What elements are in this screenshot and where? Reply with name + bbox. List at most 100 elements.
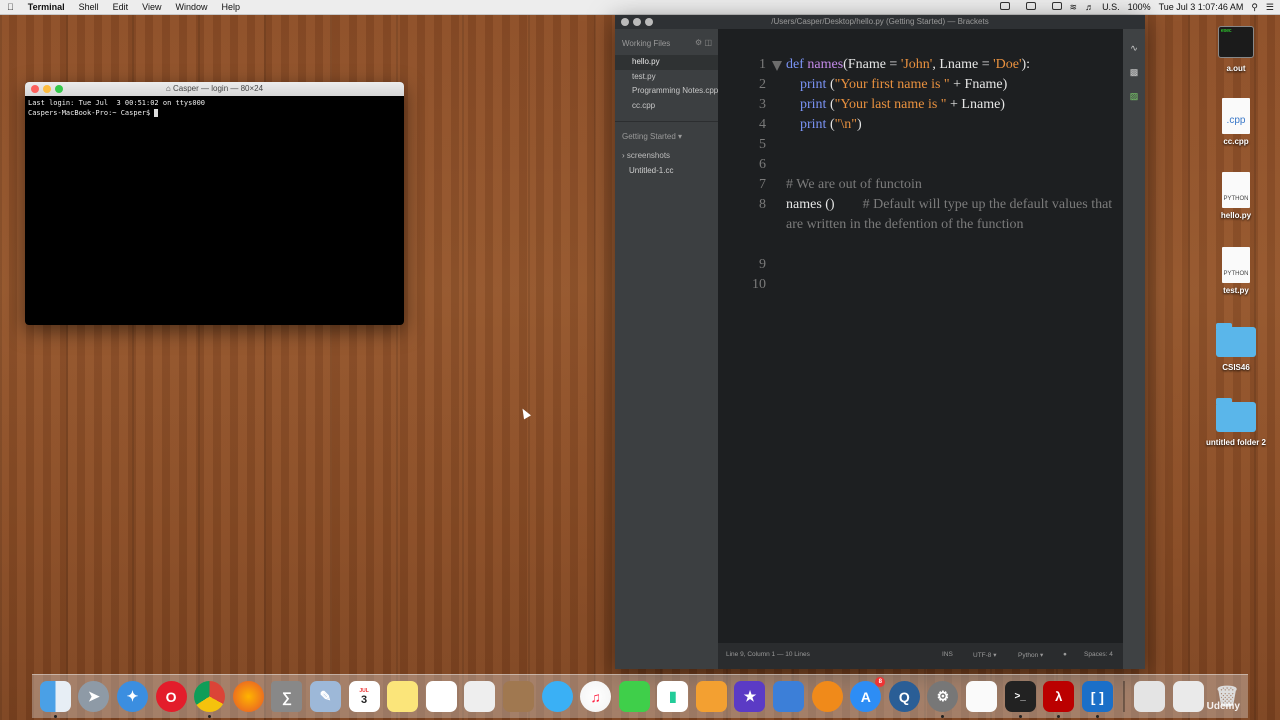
firefox-icon[interactable] — [232, 681, 264, 712]
working-file-notes[interactable]: Programming Notes.cpp — [615, 84, 718, 99]
live-preview-icon[interactable]: ∿ — [1128, 43, 1140, 53]
battery-percent[interactable]: 100% — [1128, 0, 1151, 14]
brackets-window[interactable]: /Users/Casper/Desktop/hello.py (Getting … — [615, 15, 1145, 669]
finder-icon[interactable] — [39, 681, 71, 718]
code-area[interactable]: def names(Fname = 'John', Lname = 'Doe')… — [786, 55, 1116, 275]
line-number: 6 — [759, 157, 766, 172]
minimize-button[interactable] — [43, 85, 51, 93]
desktop-icon-cc-cpp[interactable]: .cpp cc.cpp — [1201, 98, 1271, 146]
status-icon[interactable] — [1044, 0, 1062, 14]
desktop-icon-label: hello.py — [1220, 211, 1252, 220]
status-icon[interactable] — [992, 0, 1010, 14]
photos-preview-icon[interactable] — [464, 681, 496, 712]
line-number: 4 — [759, 117, 766, 132]
chrome-icon[interactable] — [194, 681, 226, 718]
terminal-icon[interactable]: >_ — [1004, 681, 1036, 718]
pages-icon[interactable] — [695, 681, 727, 712]
preview-icon[interactable]: ✎ — [309, 681, 341, 712]
prompt-line: Caspers-MacBook-Pro:~ Casper$ — [28, 109, 155, 117]
reminders-icon[interactable] — [425, 681, 457, 712]
numbers-icon[interactable]: ▮ — [657, 681, 689, 712]
close-button[interactable] — [31, 85, 39, 93]
working-file-hello[interactable]: hello.py — [615, 55, 718, 70]
notification-badge: 8 — [875, 677, 886, 687]
terminal-output[interactable]: Last login: Tue Jul 3 00:51:02 on ttys00… — [25, 96, 404, 120]
brackets-titlebar[interactable]: /Users/Casper/Desktop/hello.py (Getting … — [615, 15, 1145, 29]
menu-view[interactable]: View — [135, 0, 168, 14]
launchpad-icon[interactable]: ➤ — [78, 681, 110, 712]
acrobat-icon[interactable]: λ — [1043, 681, 1075, 718]
desktop-icon-untitled-folder[interactable]: untitled folder 2 — [1196, 398, 1276, 447]
menu-edit[interactable]: Edit — [106, 0, 136, 14]
encoding-select[interactable]: UTF-8 ▾ — [973, 651, 997, 659]
system-preferences-icon[interactable]: ⚙ — [927, 681, 959, 718]
downloads-stack-icon[interactable] — [1173, 681, 1205, 712]
calendar-icon[interactable]: JUL 3 — [348, 681, 380, 712]
extension-icon[interactable]: ▨ — [1128, 91, 1140, 101]
status-icon[interactable] — [1018, 0, 1036, 14]
app-store-icon[interactable]: A8 — [850, 677, 886, 712]
desktop-icon-a-out[interactable]: exec a.out — [1201, 26, 1271, 73]
zoom-button[interactable] — [645, 18, 653, 26]
language-select[interactable]: Python ▾ — [1018, 651, 1043, 659]
search-icon[interactable]: ⚲ — [1251, 0, 1258, 14]
project-file[interactable]: Untitled-1.cc — [615, 163, 718, 178]
quicktime-icon[interactable]: Q — [888, 681, 920, 712]
working-file-test[interactable]: test.py — [615, 70, 718, 85]
minimize-button[interactable] — [633, 18, 641, 26]
volume-icon[interactable]: ♬ — [1085, 0, 1094, 14]
menu-list-icon[interactable]: ☰ — [1266, 0, 1274, 14]
clock[interactable]: Tue Jul 3 1:07:46 AM — [1159, 0, 1244, 14]
project-header[interactable]: Getting Started ▾ — [615, 122, 718, 148]
fold-arrow-icon[interactable] — [772, 61, 782, 71]
facetime-icon[interactable] — [618, 681, 650, 712]
code-line-2: print ("Your first name is " + Fname) — [800, 77, 1008, 92]
wifi-icon[interactable]: ≋ — [1070, 0, 1078, 14]
opera-icon[interactable]: O — [155, 681, 187, 712]
brackets-icon[interactable]: [ ] — [1081, 681, 1113, 718]
documents-stack-icon[interactable] — [1134, 681, 1166, 712]
terminal-window[interactable]: ⌂ Casper — login — 80×24 Last login: Tue… — [25, 82, 404, 325]
input-source[interactable]: U.S. — [1102, 0, 1120, 14]
code-line-3: print ("Your last name is " + Lname) — [800, 97, 1005, 112]
working-files-header: Working Files ⚙ ◫ — [615, 29, 718, 55]
python-file-icon: PYTHON — [1222, 247, 1250, 283]
itunes-icon[interactable]: ♫ — [580, 681, 612, 712]
code-line-8: names () # Default will type up the defa… — [786, 197, 1116, 232]
menu-shell[interactable]: Shell — [72, 0, 106, 14]
safari-icon[interactable]: ✦ — [116, 681, 148, 712]
apple-menu-icon[interactable]:  — [0, 0, 21, 14]
extension-manager-icon[interactable]: ▩ — [1128, 67, 1140, 77]
project-label[interactable]: Getting Started — [622, 132, 676, 141]
udemy-watermark: Udemy — [1206, 701, 1240, 712]
lint-status-icon[interactable]: ● — [1063, 651, 1067, 658]
insert-mode[interactable]: INS — [942, 651, 953, 658]
textedit-icon[interactable] — [966, 681, 998, 712]
imovie-icon[interactable]: ★ — [734, 681, 766, 712]
contacts-icon[interactable] — [502, 681, 534, 712]
working-file-cc[interactable]: cc.cpp — [615, 99, 718, 114]
close-button[interactable] — [621, 18, 629, 26]
keynote-icon[interactable] — [773, 681, 805, 712]
desktop-icon-hello-py[interactable]: PYTHON hello.py — [1201, 172, 1271, 220]
gear-icon[interactable]: ⚙ ◫ — [695, 38, 712, 47]
zoom-button[interactable] — [55, 85, 63, 93]
menu-app-name[interactable]: Terminal — [21, 0, 72, 14]
code-editor[interactable]: 1 2 3 4 5 6 7 8 9 10 def names(Fname = '… — [718, 29, 1123, 657]
last-login-line: Last login: Tue Jul 3 00:51:02 on ttys00… — [28, 99, 206, 107]
notes-icon[interactable] — [387, 681, 419, 712]
messages-icon[interactable] — [541, 681, 573, 712]
calculator-icon[interactable]: ∑ — [271, 681, 303, 712]
ibooks-icon[interactable] — [811, 681, 843, 712]
folder-screenshots[interactable]: › screenshots — [615, 148, 718, 163]
desktop-icon-csis46[interactable]: CSIS46 — [1201, 323, 1271, 372]
terminal-titlebar[interactable]: ⌂ Casper — login — 80×24 — [25, 82, 404, 96]
indent-setting[interactable]: Spaces: 4 — [1084, 651, 1113, 658]
desktop-icon-test-py[interactable]: PYTHON test.py — [1201, 247, 1271, 295]
house-icon: ⌂ — [165, 84, 171, 93]
menu-window[interactable]: Window — [168, 0, 214, 14]
cpp-file-icon: .cpp — [1222, 98, 1250, 134]
menu-help[interactable]: Help — [215, 0, 248, 14]
